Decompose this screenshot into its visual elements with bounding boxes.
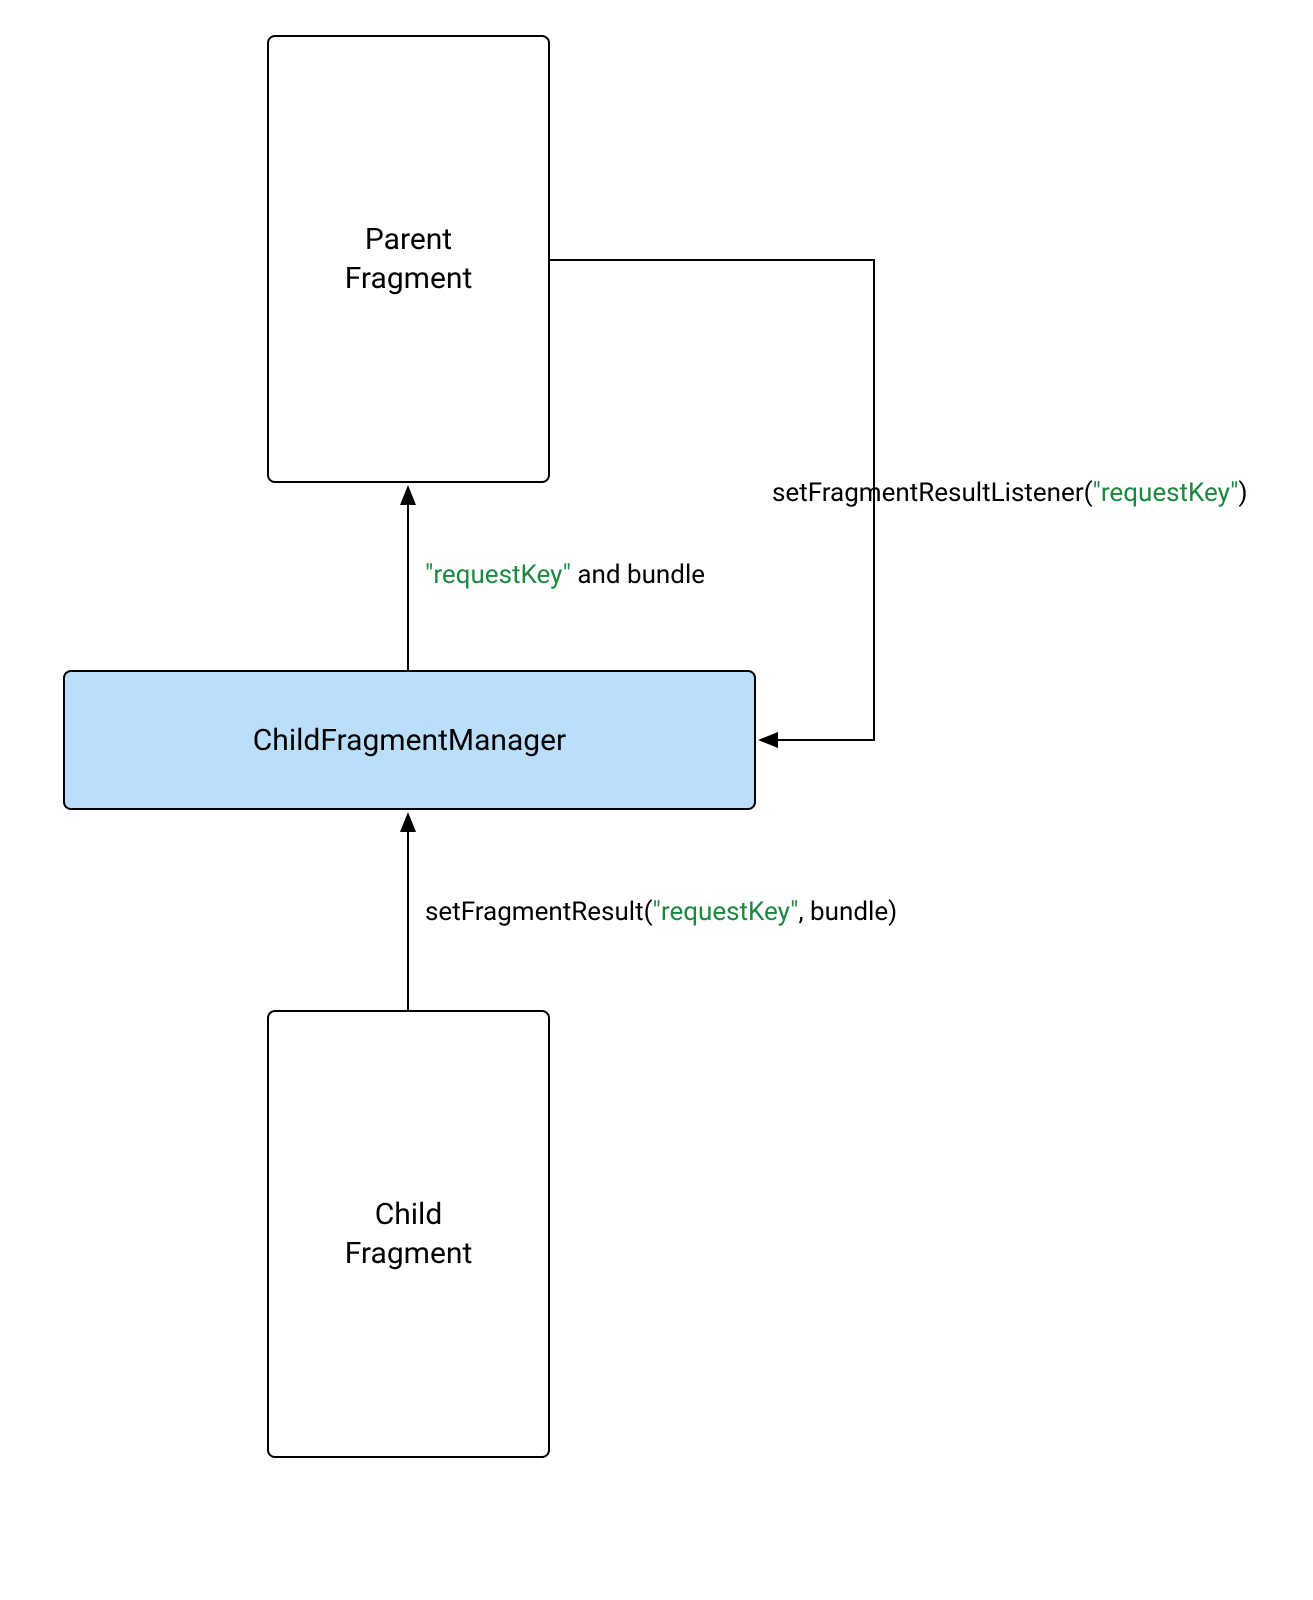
arrow-child-to-manager [0,0,1313,1600]
label-set-result-key: "requestKey" [653,897,799,927]
label-set-result-prefix: setFragmentResult( [425,897,653,927]
label-set-result: setFragmentResult("requestKey", bundle) [425,897,897,927]
label-set-result-suffix: , bundle) [798,897,897,927]
